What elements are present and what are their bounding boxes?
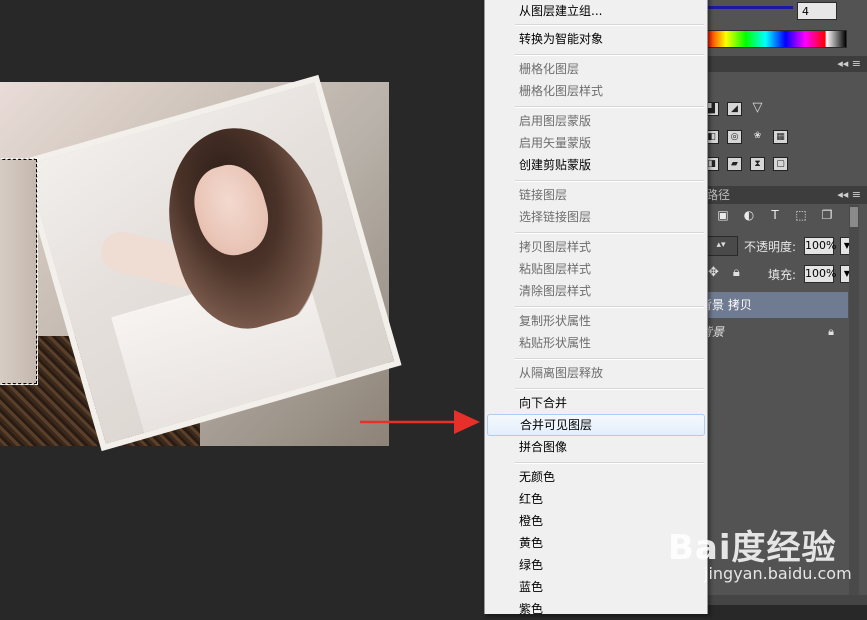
menu-item-flatten-image[interactable]: 拼合图像 (487, 436, 705, 458)
menu-separator (515, 388, 704, 390)
red-arrow-annotation (360, 410, 480, 434)
menu-item-group-from-layers[interactable]: 从图层建立组... (487, 0, 705, 22)
menu-separator (515, 306, 704, 308)
menu-separator (515, 106, 704, 108)
curves-icon[interactable]: ◢ (727, 102, 742, 116)
tab-paths[interactable]: 路径 (706, 186, 730, 204)
selective-color-icon[interactable]: ▢ (773, 157, 788, 171)
filter-adjustment-icon[interactable]: ◐ (742, 208, 756, 222)
document-canvas[interactable] (0, 0, 484, 605)
blend-mode-dropdown[interactable]: ▴▾ (704, 236, 738, 256)
filter-smart-object-icon[interactable]: ❐ (820, 208, 834, 222)
gradient-map-icon[interactable]: ⧗ (750, 157, 765, 171)
menu-separator (515, 358, 704, 360)
menu-item-convert-smart-object[interactable]: 转换为智能对象 (487, 28, 705, 50)
menu-item-clear-layer-style[interactable]: 清除图层样式 (487, 280, 705, 302)
menu-item-paste-shape-attributes[interactable]: 粘贴形状属性 (487, 332, 705, 354)
channel-mixer-icon[interactable]: ❀ (750, 130, 765, 144)
layers-panel-menu-icon[interactable]: ◂◂ ≡ (837, 186, 861, 204)
color-slider-track[interactable] (705, 6, 793, 9)
menu-item-copy-layer-style[interactable]: 拷贝图层样式 (487, 236, 705, 258)
watermark-brand: Bai度经验 (668, 528, 837, 568)
layer-item-background[interactable]: 背景 🔒︎ (700, 320, 848, 344)
adjustments-panel-header: ◂◂ ≡ (700, 56, 867, 72)
color-value-field[interactable]: 4 (797, 2, 837, 20)
layers-bottom-toolbar (700, 595, 867, 605)
layer-item-background-copy[interactable]: 背景 拷贝 (700, 292, 848, 318)
filter-pixel-icon[interactable]: ▣ (716, 208, 730, 222)
menu-item-paste-layer-style[interactable]: 粘贴图层样式 (487, 258, 705, 280)
adjustments-row-1: ▟ ◢ ▽ (704, 101, 765, 116)
fill-label: 填充: (768, 268, 797, 282)
baidu-jingyan-watermark: Bai度经验 jingyan.baidu.com (664, 514, 864, 594)
threshold-icon[interactable]: ▰ (727, 157, 742, 171)
fill-input[interactable]: 100% (804, 265, 836, 283)
menu-separator (515, 462, 704, 464)
menu-item-release-from-isolation[interactable]: 从隔离图层释放 (487, 362, 705, 384)
menu-separator (515, 54, 704, 56)
menu-item-enable-layer-mask[interactable]: 启用图层蒙版 (487, 110, 705, 132)
menu-item-rasterize-layer-style[interactable]: 栅格化图层样式 (487, 80, 705, 102)
menu-item-no-color[interactable]: 无颜色 (487, 466, 705, 488)
menu-item-rasterize-layer[interactable]: 栅格化图层 (487, 58, 705, 80)
photo-filter-icon[interactable]: ◎ (727, 130, 742, 144)
exposure-icon[interactable]: ▽ (750, 101, 765, 116)
panel-menu-icon[interactable]: ◂◂ ≡ (837, 57, 861, 70)
filter-shape-icon[interactable]: ⬚ (794, 208, 808, 222)
layers-panel-header: 路径 ◂◂ ≡ (700, 186, 867, 204)
menu-item-red[interactable]: 红色 (487, 488, 705, 510)
opacity-input[interactable]: 100% (804, 237, 836, 255)
opacity-label: 不透明度: (744, 240, 797, 254)
lock-position-icon[interactable]: ✥ (708, 265, 719, 280)
lock-all-icon[interactable]: 🔒︎ (733, 265, 740, 280)
menu-separator (515, 180, 704, 182)
layer-lock-icon: 🔒︎ (828, 325, 834, 338)
menu-item-violet[interactable]: 紫色 (487, 598, 705, 620)
filter-type-icon[interactable]: T (768, 208, 782, 222)
menu-item-copy-shape-attributes[interactable]: 复制形状属性 (487, 310, 705, 332)
menu-item-link-layers[interactable]: 链接图层 (487, 184, 705, 206)
menu-item-enable-vector-mask[interactable]: 启用矢量蒙版 (487, 132, 705, 154)
lock-row: ✥ 🔒︎ (708, 265, 740, 280)
menu-item-select-linked-layers[interactable]: 选择链接图层 (487, 206, 705, 228)
adjustments-row-3: ◨ ▰ ⧗ ▢ (704, 157, 788, 171)
menu-separator (515, 24, 704, 26)
menu-item-merge-down[interactable]: 向下合并 (487, 392, 705, 414)
menu-item-merge-visible[interactable]: 合并可见图层 (487, 414, 705, 436)
selection-marquee[interactable] (0, 158, 38, 385)
color-spectrum-bar[interactable] (705, 30, 847, 48)
adjustments-row-2: ◧ ◎ ❀ ▦ (704, 130, 788, 144)
menu-item-create-clipping-mask[interactable]: 创建剪贴蒙版 (487, 154, 705, 176)
watermark-url: jingyan.baidu.com (704, 564, 852, 583)
color-lookup-icon[interactable]: ▦ (773, 130, 788, 144)
menu-separator (515, 232, 704, 234)
layer-filter-toolbar: ▣ ◐ T ⬚ ❐ (716, 208, 834, 222)
scrollbar-thumb[interactable] (850, 207, 858, 227)
